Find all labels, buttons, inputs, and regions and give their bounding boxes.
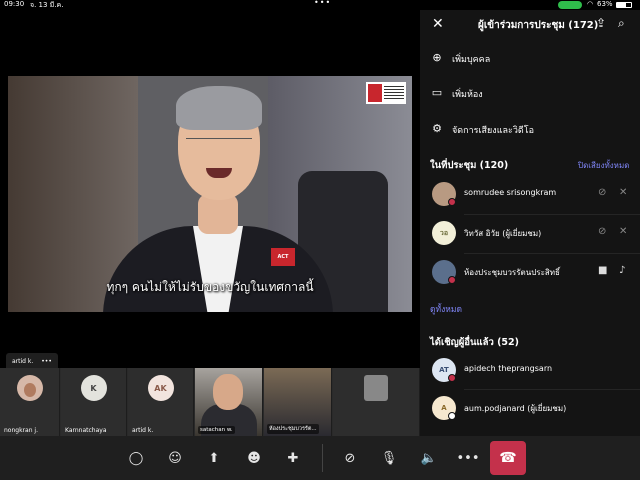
action-label: เพิ่มบุคคล (452, 55, 491, 65)
broadcast-logo (366, 82, 406, 104)
in-meeting-header: ในที่ประชุม (120) (430, 160, 509, 171)
search-icon[interactable]: ⌕ (618, 16, 625, 31)
status-dot (448, 276, 456, 284)
speaker-icon[interactable]: 🔈 (421, 450, 437, 466)
participant-name: ห้องประชุมบวรรัต... (267, 424, 319, 434)
call-control-bar: ◯ ☺ ⬆ ☻ ✚ ⊘ 🎙 🔈 ••• ☎ (0, 436, 640, 480)
see-all-link[interactable]: ดูทั้งหมด (430, 302, 462, 316)
close-icon[interactable]: ✕ (432, 16, 444, 32)
share-icon[interactable]: ⇪ (596, 16, 606, 30)
mic-off-icon: ✕ (619, 187, 628, 198)
add-room-button[interactable]: ▭ เพิ่มห้อง (420, 77, 640, 111)
status-dot (448, 412, 456, 420)
mic-off-icon: ✕ (619, 226, 628, 237)
video-caption: ทุกๆ คนไม่ให้ไม่รับของขวัญในเทศกาลนี้ (106, 280, 314, 294)
mic-off-icon[interactable]: 🎙 (381, 450, 398, 466)
jacket-badge: ACT (271, 248, 295, 266)
participant-name: Karnnatchaya (65, 427, 107, 434)
share-screen-icon[interactable]: ⬆ (206, 450, 222, 466)
battery-icon (616, 2, 632, 8)
camera-on-icon: ■ (598, 265, 608, 276)
manage-audio-video-button[interactable]: ⚙ จัดการเสียงและวิดีโอ (420, 113, 640, 147)
participant-strip: nongkran j. K Karnnatchaya AK artid k. s… (0, 368, 420, 436)
participant-tile[interactable]: AK artid k. (128, 368, 194, 436)
participant-name: satachan w. (198, 426, 235, 434)
status-dot (448, 198, 456, 206)
camera-off-icon[interactable]: ⊘ (342, 450, 358, 466)
camera-off-icon: ⊘ (598, 226, 607, 237)
participant-tile[interactable]: K Karnnatchaya (61, 368, 127, 436)
participant-video-tile[interactable]: satachan w. (195, 368, 263, 436)
wifi-icon: ◠ (587, 0, 594, 8)
participant-row[interactable]: somrudee srisongkram ⊘ ✕ (420, 176, 640, 214)
add-person-icon: ⊕ (432, 51, 442, 64)
participants-icon[interactable]: ☺ (167, 450, 183, 466)
battery-percent: 63% (597, 0, 613, 8)
status-bar: 09:30 จ. 13 มี.ค. ••• ◠ 63% (0, 0, 640, 10)
participant-video-tile[interactable]: ห้องประชุมบวรรัต... (264, 368, 332, 436)
active-call-indicator[interactable] (558, 1, 582, 9)
gear-icon: ⚙ (432, 122, 442, 135)
participant-name: วิทวัส อิวัย (ผู้เยี่ยมชม) (464, 229, 542, 238)
participant-name: nongkran j. (4, 427, 38, 434)
participant-name: aum.podjanard (ผู้เยี่ยมชม) (464, 404, 567, 413)
video-stage: ACT ทุกๆ คนไม่ให้ไม่รับของขวัญในเทศกาลนี… (0, 10, 420, 371)
cast-room-icon: ▭ (431, 86, 443, 99)
phone-hangup-icon: ☎ (499, 450, 517, 466)
control-divider (322, 444, 323, 472)
invited-row[interactable]: AT apidech theprangsarn (420, 352, 640, 390)
status-dot (448, 374, 456, 382)
invited-row[interactable]: A aum.podjanard (ผู้เยี่ยมชม) (420, 390, 640, 428)
status-time: 09:30 (4, 0, 25, 8)
participant-name: somrudee srisongkram (464, 188, 557, 197)
multitask-dots[interactable]: ••• (314, 0, 331, 7)
participant-tile[interactable]: nongkran j. (0, 368, 60, 436)
hang-up-button[interactable]: ☎ (490, 441, 526, 475)
panel-title: ผู้เข้าร่วมการประชุม (172) (478, 20, 599, 31)
add-person-button[interactable]: ⊕ เพิ่มบุคคล (420, 42, 640, 76)
reactions-icon[interactable]: ☻ (246, 450, 262, 466)
participants-panel: ✕ ผู้เข้าร่วมการประชุม (172) ⇪ ⌕ ⊕ เพิ่ม… (420, 10, 640, 436)
avatar (16, 375, 43, 401)
action-label: จัดการเสียงและวิดีโอ (452, 126, 534, 136)
mic-on-icon: ♪ (619, 265, 626, 276)
camera-off-icon: ⊘ (598, 187, 607, 198)
main-speaker-video[interactable]: ACT ทุกๆ คนไม่ให้ไม่รับของขวัญในเทศกาลนี… (8, 76, 412, 312)
participant-row[interactable]: ห้องประชุมบวรรัตนประสิทธิ์ ■ ♪ (420, 254, 640, 292)
avatar: K (80, 375, 107, 401)
mute-all-button[interactable]: ปิดเสียงทั้งหมด (578, 159, 629, 172)
avatar: วอ (432, 221, 456, 245)
apps-icon[interactable]: ✚ (285, 450, 301, 466)
avatar (364, 375, 388, 401)
more-actions-icon[interactable]: ••• (457, 450, 480, 466)
participant-name: apidech theprangsarn (464, 364, 553, 373)
participant-name: artid k. (132, 427, 154, 434)
participant-tile[interactable] (333, 368, 420, 436)
avatar: AK (147, 375, 174, 401)
chat-icon[interactable]: ◯ (128, 450, 144, 466)
participant-name: ห้องประชุมบวรรัตนประสิทธิ์ (464, 268, 560, 277)
action-label: เพิ่มห้อง (452, 90, 483, 100)
invited-header: ได้เชิญผู้อื่นแล้ว (52) (430, 337, 519, 348)
participant-row[interactable]: วอ วิทวัส อิวัย (ผู้เยี่ยมชม) ⊘ ✕ (420, 215, 640, 253)
